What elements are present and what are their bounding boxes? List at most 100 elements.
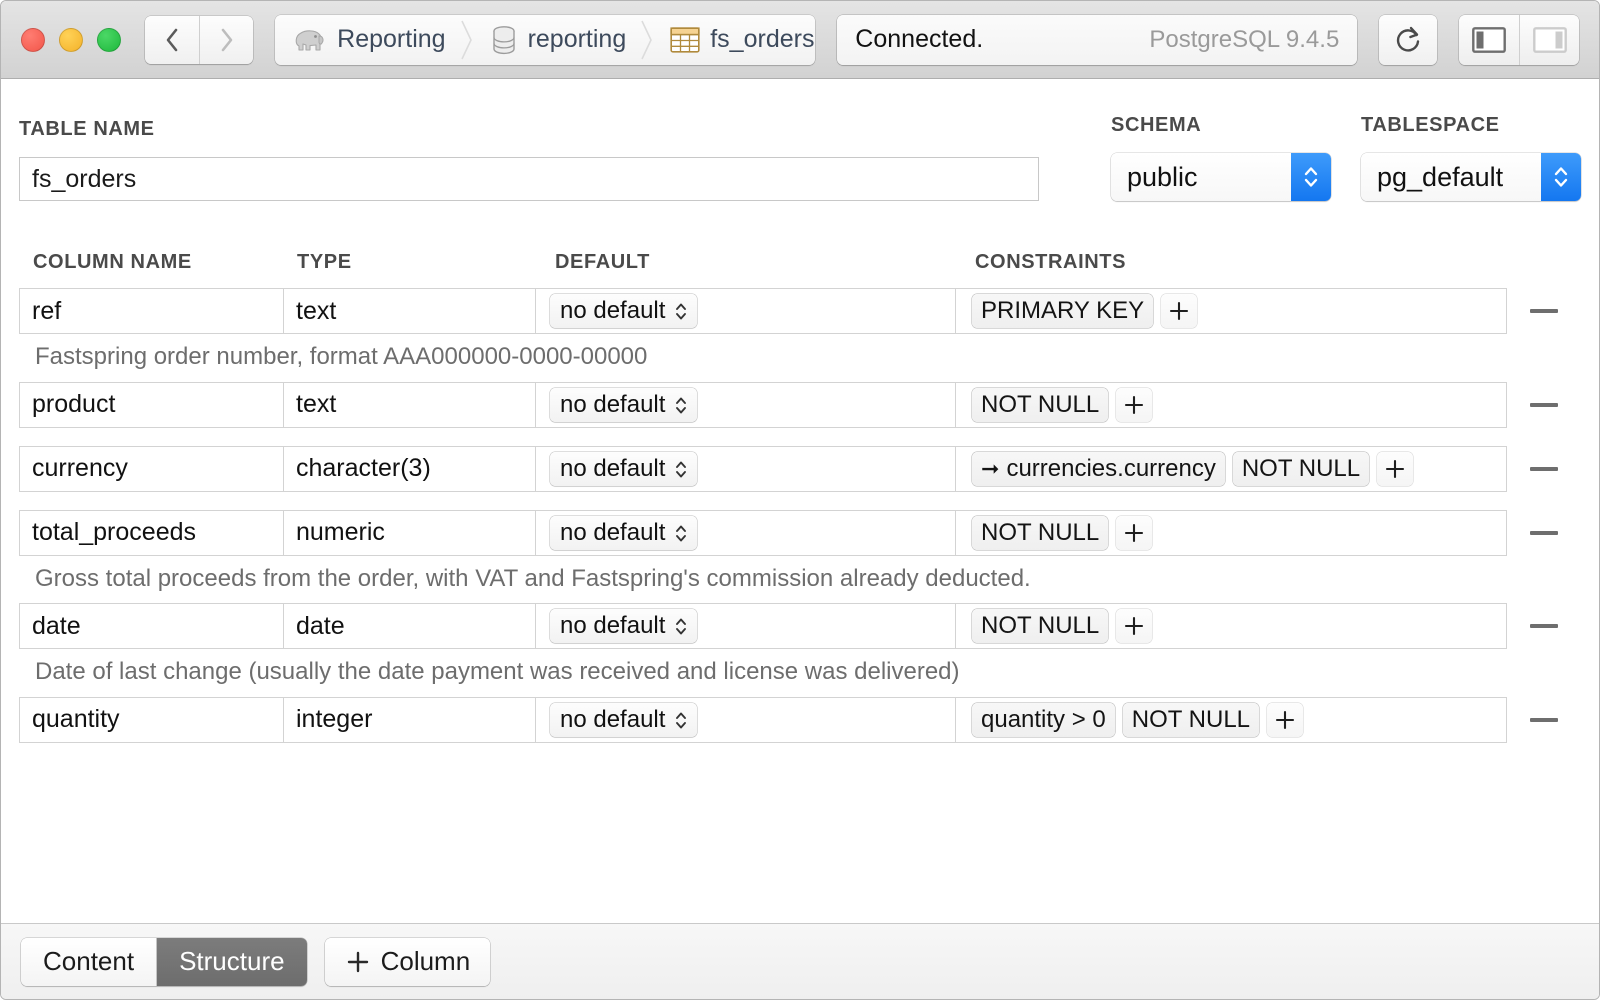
column-comment[interactable]: Date of last change (usually the date pa…	[19, 649, 1581, 686]
constraint-tag[interactable]: PRIMARY KEY	[972, 294, 1154, 328]
constraint-tag[interactable]: quantity > 0	[972, 702, 1115, 737]
breadcrumb-item-table[interactable]: fs_orders	[656, 15, 815, 65]
close-button[interactable]	[21, 27, 45, 52]
constraint-tag[interactable]: ➞ currencies.currency	[972, 451, 1225, 486]
default-value-label: no default	[560, 390, 666, 418]
view-mode-tabs: Content Structure	[21, 937, 307, 986]
default-value-select[interactable]: no default	[550, 451, 698, 486]
add-constraint-button[interactable]	[1116, 387, 1153, 422]
add-constraint-button[interactable]	[1267, 702, 1304, 737]
row-spacer	[19, 592, 1581, 603]
chevron-updown-icon	[1541, 153, 1581, 201]
toggle-right-panel-button[interactable]	[1519, 14, 1579, 65]
constraint-tag[interactable]: NOT NULL	[972, 515, 1109, 550]
add-constraint-button[interactable]	[1161, 294, 1198, 328]
schema-selected-value: public	[1127, 161, 1198, 192]
column-definition: ref text no default PRIMARY KEY	[19, 288, 1507, 334]
header-column-name: COLUMN NAME	[33, 251, 192, 273]
column-default-cell: no default	[536, 289, 956, 333]
column-constraints-cell: NOT NULL	[956, 383, 1506, 427]
remove-column-button[interactable]	[1507, 624, 1581, 629]
column-type-input[interactable]: character(3)	[284, 446, 536, 491]
column-name-input[interactable]: quantity	[20, 697, 284, 742]
add-constraint-button[interactable]	[1116, 609, 1153, 644]
structure-editor: TABLE NAME fs_orders SCHEMA public TABLE…	[1, 80, 1599, 923]
remove-column-button[interactable]	[1507, 530, 1581, 535]
default-value-select[interactable]: no default	[550, 609, 698, 644]
column-name-input[interactable]: currency	[20, 446, 284, 491]
add-column-button[interactable]: Column	[324, 937, 491, 986]
server-version-text: PostgreSQL 9.4.5	[1149, 25, 1340, 53]
column-type-input[interactable]: text	[284, 382, 536, 427]
constraint-tag[interactable]: NOT NULL	[1232, 451, 1370, 486]
minimize-button[interactable]	[59, 27, 83, 52]
column-constraints-cell: PRIMARY KEY	[956, 289, 1506, 333]
column-comment[interactable]: Gross total proceeds from the order, wit…	[19, 556, 1581, 593]
column-name-input[interactable]: product	[20, 382, 284, 427]
column-default-cell: no default	[536, 604, 956, 649]
add-constraint-button[interactable]	[1116, 515, 1153, 550]
elephant-icon	[293, 26, 327, 54]
default-value-label: no default	[560, 454, 666, 482]
row-spacer	[19, 428, 1581, 446]
breadcrumb-item-database[interactable]: reporting	[476, 15, 639, 65]
column-definition: total_proceeds numeric no default NOT NULL	[19, 509, 1507, 556]
connection-status-box: Connected. PostgreSQL 9.4.5	[837, 14, 1358, 65]
tablespace-select[interactable]: pg_default	[1361, 153, 1581, 201]
database-icon	[490, 25, 518, 55]
default-value-label: no default	[560, 705, 666, 733]
remove-column-button[interactable]	[1507, 466, 1581, 471]
forward-button[interactable]	[199, 15, 254, 64]
default-value-label: no default	[560, 612, 666, 640]
table-row: total_proceeds numeric no default NOT NULL	[19, 509, 1581, 556]
breadcrumb-item-connection[interactable]: Reporting	[275, 15, 457, 65]
minus-icon	[1530, 717, 1558, 722]
add-constraint-button[interactable]	[1377, 451, 1414, 486]
column-type-input[interactable]: integer	[284, 697, 536, 742]
column-name-input[interactable]: ref	[20, 289, 284, 333]
constraint-label: currencies.currency	[1006, 454, 1216, 482]
constraint-tag[interactable]: NOT NULL	[1122, 702, 1260, 737]
refresh-button[interactable]	[1379, 14, 1438, 65]
constraint-label: NOT NULL	[1241, 454, 1361, 482]
constraint-tag[interactable]: NOT NULL	[972, 387, 1109, 422]
remove-column-button[interactable]	[1507, 309, 1581, 313]
back-button[interactable]	[145, 15, 200, 64]
column-comment[interactable]: Fastspring order number, format AAA00000…	[19, 334, 1581, 371]
plus-icon	[1125, 523, 1144, 542]
minus-icon	[1530, 624, 1558, 629]
foreign-key-arrow-icon: ➞	[981, 455, 1000, 481]
column-type-input[interactable]: date	[284, 604, 536, 649]
tab-structure[interactable]: Structure	[156, 937, 307, 986]
chevron-updown-icon	[673, 613, 689, 639]
default-value-label: no default	[560, 518, 666, 546]
column-name-input[interactable]: date	[20, 604, 284, 649]
panel-toggle-group	[1459, 14, 1579, 65]
default-value-select[interactable]: no default	[550, 294, 698, 328]
column-name-input[interactable]: total_proceeds	[20, 510, 284, 555]
remove-column-button[interactable]	[1507, 402, 1581, 407]
column-default-cell: no default	[536, 510, 956, 555]
tablespace-selected-value: pg_default	[1377, 161, 1504, 192]
remove-column-button[interactable]	[1507, 717, 1581, 722]
header-default: DEFAULT	[555, 251, 650, 273]
default-value-select[interactable]: no default	[550, 515, 698, 550]
column-type-input[interactable]: numeric	[284, 510, 536, 555]
table-name-input[interactable]: fs_orders	[19, 157, 1039, 201]
zoom-button[interactable]	[97, 27, 121, 52]
breadcrumb-label: Reporting	[337, 25, 446, 53]
tab-content[interactable]: Content	[21, 937, 157, 986]
column-default-cell: no default	[536, 382, 956, 427]
chevron-updown-icon	[673, 456, 689, 482]
default-value-select[interactable]: no default	[550, 387, 698, 422]
column-constraints-cell: quantity > 0 NOT NULL	[956, 698, 1506, 742]
table-icon	[670, 26, 700, 53]
default-value-select[interactable]: no default	[550, 702, 698, 737]
chevron-updown-icon	[673, 707, 689, 733]
table-row: product text no default NOT NULL	[19, 381, 1581, 428]
toggle-left-panel-button[interactable]	[1459, 14, 1520, 65]
column-definition: date date no default NOT NULL	[19, 603, 1507, 650]
column-type-input[interactable]: text	[284, 289, 536, 333]
constraint-tag[interactable]: NOT NULL	[972, 609, 1109, 644]
schema-select[interactable]: public	[1111, 153, 1331, 201]
